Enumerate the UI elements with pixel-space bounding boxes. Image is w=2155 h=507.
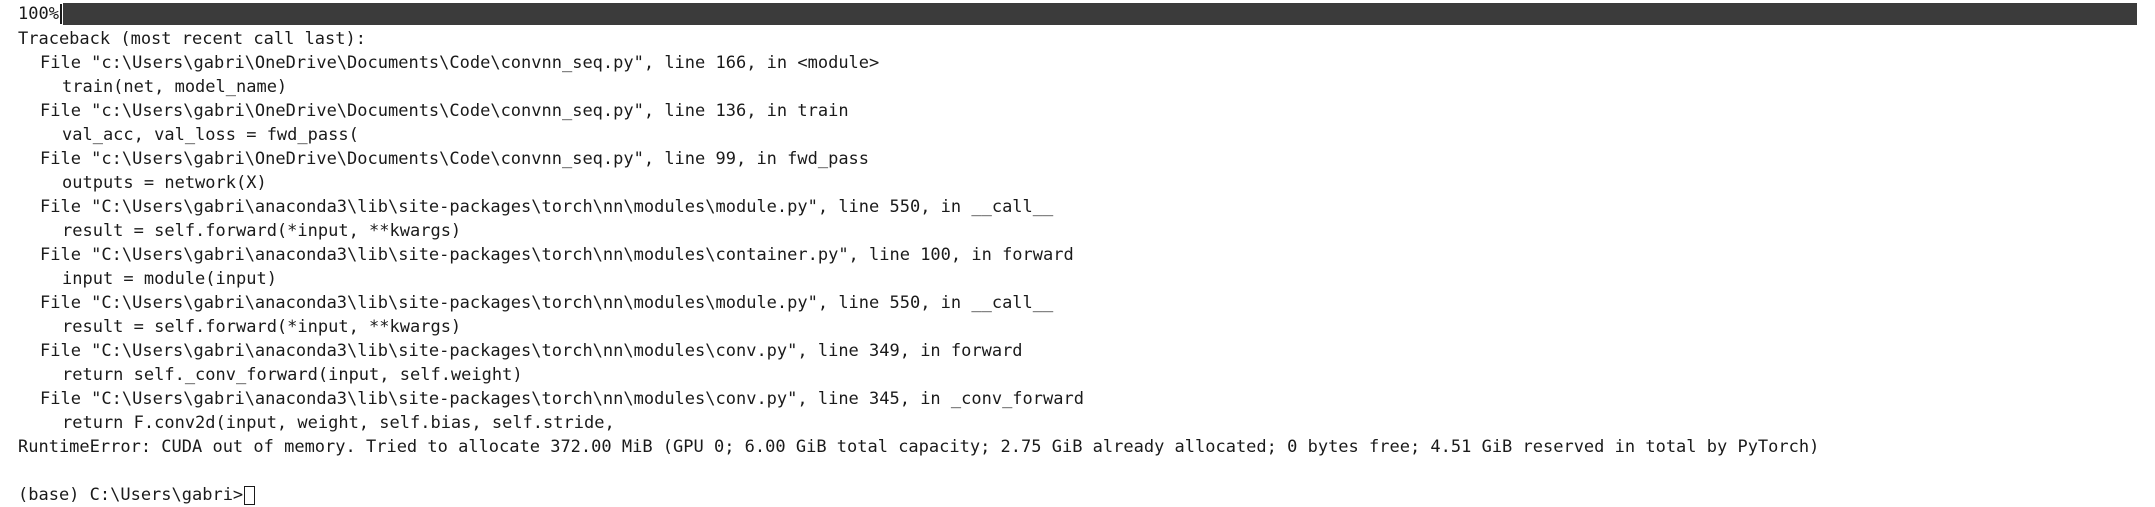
error-message: RuntimeError: CUDA out of memory. Tried …	[18, 437, 1820, 457]
traceback-frame-location: File "c:\Users\gabri\OneDrive\Documents\…	[40, 53, 880, 73]
progress-separator	[59, 4, 62, 24]
traceback-frame-code: return self._conv_forward(input, self.we…	[62, 365, 523, 385]
traceback-frame-code: train(net, model_name)	[62, 77, 288, 97]
traceback-frame-location: File "C:\Users\gabri\anaconda3\lib\site-…	[40, 389, 1084, 409]
traceback-frame-code: result = self.forward(*input, **kwargs)	[62, 221, 462, 241]
progress-bar-fill	[62, 3, 2137, 25]
traceback-frame-location: File "C:\Users\gabri\anaconda3\lib\site-…	[40, 197, 1054, 217]
traceback-frame-code: result = self.forward(*input, **kwargs)	[62, 317, 462, 337]
traceback-frame-code: input = module(input)	[62, 269, 277, 289]
traceback-block: Traceback (most recent call last): File …	[18, 27, 2137, 459]
traceback-frame-code: return F.conv2d(input, weight, self.bias…	[62, 413, 615, 433]
traceback-frame-location: File "C:\Users\gabri\anaconda3\lib\site-…	[40, 341, 1023, 361]
traceback-frame-location: File "c:\Users\gabri\OneDrive\Documents\…	[40, 101, 849, 121]
progress-percent: 100%	[18, 4, 59, 24]
traceback-frame-location: File "C:\Users\gabri\anaconda3\lib\site-…	[40, 245, 1074, 265]
progress-row: 100%	[18, 3, 2137, 25]
prompt-text: (base) C:\Users\gabri>	[18, 485, 244, 505]
traceback-frame-code: val_acc, val_loss = fwd_pass(	[62, 125, 359, 145]
text-cursor	[244, 485, 256, 505]
traceback-frame-location: File "c:\Users\gabri\OneDrive\Documents\…	[40, 149, 870, 169]
traceback-frame-location: File "C:\Users\gabri\anaconda3\lib\site-…	[40, 293, 1054, 313]
traceback-frame-code: outputs = network(X)	[62, 173, 267, 193]
traceback-header: Traceback (most recent call last):	[18, 29, 366, 49]
terminal-window[interactable]: 100% Traceback (most recent call last): …	[0, 0, 2155, 507]
progress-bar	[62, 3, 2137, 25]
command-prompt[interactable]: (base) C:\Users\gabri>	[18, 483, 2137, 507]
